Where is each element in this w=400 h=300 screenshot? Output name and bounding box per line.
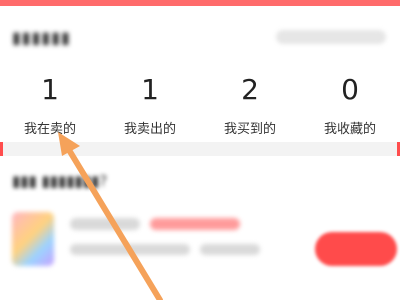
blurred-action-button[interactable]: [315, 232, 397, 266]
blurred-text: [200, 244, 260, 255]
stat-label: 我收藏的: [323, 122, 376, 137]
blurred-text: [70, 218, 140, 230]
stat-label: 我在卖的: [23, 122, 76, 137]
stat-favorites[interactable]: 0 我收藏的: [300, 73, 400, 138]
blurred-header-right: [276, 30, 386, 44]
blurred-promo-section: ▮▮▮ ▮▮▮▮▮▮▮?: [0, 156, 400, 300]
blurred-promo-title: ▮▮▮ ▮▮▮▮▮▮▮?: [12, 172, 108, 190]
blurred-product-thumbnail: [12, 212, 54, 266]
stats-row: 1 我在卖的 1 我卖出的 2 我买到的 0 我收藏的: [0, 73, 400, 138]
blurred-text: [70, 244, 190, 255]
stat-value: 1: [141, 73, 159, 106]
blurred-text: [150, 218, 240, 230]
stat-sold[interactable]: 1 我卖出的: [100, 73, 200, 138]
blurred-title: ▮▮▮▮▮▮: [12, 28, 71, 47]
stat-value: 0: [341, 73, 359, 106]
stat-value: 1: [41, 73, 59, 106]
stat-value: 2: [241, 73, 259, 106]
stat-bought[interactable]: 2 我买到的: [200, 73, 300, 138]
stat-selling[interactable]: 1 我在卖的: [0, 73, 100, 138]
stat-label: 我买到的: [223, 122, 276, 137]
profile-stats-card: ▮▮▮▮▮▮ 1 我在卖的 1 我卖出的 2 我买到的 0 我收藏的: [0, 6, 400, 142]
stat-label: 我卖出的: [123, 122, 176, 137]
